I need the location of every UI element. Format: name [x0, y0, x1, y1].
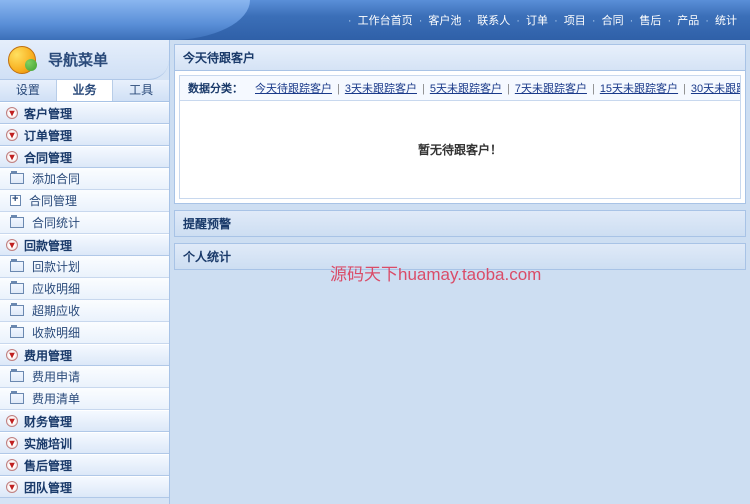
- sidebar-tab[interactable]: 业务: [57, 80, 114, 101]
- menu-group-label: 合同管理: [24, 149, 72, 166]
- menu-group-label: 订单管理: [24, 127, 72, 144]
- menu-group[interactable]: ▾ 售后管理: [0, 454, 169, 476]
- menu-group-label: 团队管理: [24, 479, 72, 496]
- menu-group-label: 客户管理: [24, 105, 72, 122]
- menu-item-label: 收款明细: [32, 324, 80, 341]
- menu-group[interactable]: ▾ 费用管理: [0, 344, 169, 366]
- filter-link[interactable]: 15天未跟踪客户: [600, 83, 678, 95]
- menu-group-label: 实施培训: [24, 435, 72, 452]
- folder-icon: [10, 305, 24, 316]
- follow-panel-body: 数据分类：今天待跟踪客户|3天未跟踪客户|5天未跟踪客户|7天未跟踪客户|15天…: [174, 70, 746, 204]
- menu-item[interactable]: 合同统计: [0, 212, 169, 234]
- menu-group-label: 回款管理: [24, 237, 72, 254]
- stats-section-title: 个人统计: [174, 243, 746, 270]
- menu-group-label: 售后管理: [24, 457, 72, 474]
- menu-item-label: 应收明细: [32, 280, 80, 297]
- menu-item[interactable]: 超期应收: [0, 300, 169, 322]
- menu-group[interactable]: ▾ 订单管理: [0, 124, 169, 146]
- folder-icon: [10, 261, 24, 272]
- expand-icon: ▾: [6, 415, 18, 427]
- topnav-link[interactable]: 工作台首页: [355, 15, 416, 27]
- menu-group[interactable]: ▾ 实施培训: [0, 432, 169, 454]
- folder-icon: [10, 371, 24, 382]
- follow-panel-title: 今天待跟客户: [174, 44, 746, 70]
- menu-group-label: 费用管理: [24, 347, 72, 364]
- filter-link[interactable]: 5天未跟踪客户: [430, 83, 502, 95]
- menu-item[interactable]: 回款计划: [0, 256, 169, 278]
- sidebar-tab[interactable]: 设置: [0, 80, 57, 101]
- expand-icon: ▾: [6, 239, 18, 251]
- top-header: · 工作台首页 · 客户池 · 联系人 · 订单 · 项目 · 合同 · 售后 …: [0, 0, 750, 40]
- alert-section-title: 提醒预警: [174, 210, 746, 237]
- filter-bar: 数据分类：今天待跟踪客户|3天未跟踪客户|5天未跟踪客户|7天未跟踪客户|15天…: [179, 75, 741, 101]
- menu-item[interactable]: 费用清单: [0, 388, 169, 410]
- topnav-link[interactable]: 统计: [712, 15, 740, 27]
- sidebar: 导航菜单 设置业务工具 ▾客户管理▾订单管理▾合同管理添加合同合同管理合同统计▾…: [0, 40, 170, 504]
- folder-icon: [10, 327, 24, 338]
- menu-item-label: 合同管理: [29, 192, 77, 209]
- menu-group[interactable]: ▾ 团队管理: [0, 476, 169, 498]
- expand-icon: ▾: [6, 107, 18, 119]
- folder-icon: [10, 217, 24, 228]
- topnav-link[interactable]: 联系人: [474, 15, 513, 27]
- menu-item[interactable]: 添加合同: [0, 168, 169, 190]
- menu-group[interactable]: ▾ 财务管理: [0, 410, 169, 432]
- menu-item[interactable]: 合同管理: [0, 190, 169, 212]
- topnav-link[interactable]: 项目: [561, 15, 589, 27]
- logo-icon: [8, 46, 36, 74]
- expand-icon: ▾: [6, 129, 18, 141]
- folder-icon: [10, 393, 24, 404]
- menu-item-label: 费用申请: [32, 368, 80, 385]
- folder-icon: [10, 283, 24, 294]
- expand-icon: ▾: [6, 459, 18, 471]
- topnav-link[interactable]: 产品: [674, 15, 702, 27]
- topnav-link[interactable]: 客户池: [425, 15, 464, 27]
- folder-icon: [10, 173, 24, 184]
- filter-link[interactable]: 今天待跟踪客户: [255, 83, 332, 95]
- menu-group[interactable]: ▾ 合同管理: [0, 146, 169, 168]
- sidebar-title: 导航菜单: [48, 49, 108, 70]
- expand-icon: ▾: [6, 437, 18, 449]
- filter-link[interactable]: 3天未跟踪客户: [345, 83, 417, 95]
- logo-area: 导航菜单: [0, 40, 169, 80]
- filter-link[interactable]: 7天未跟踪客户: [515, 83, 587, 95]
- menu-item-label: 添加合同: [32, 170, 80, 187]
- filter-label: 数据分类：: [188, 83, 243, 95]
- menu-item-label: 费用清单: [32, 390, 80, 407]
- expand-icon: ▾: [6, 481, 18, 493]
- main-content: 今天待跟客户 数据分类：今天待跟踪客户|3天未跟踪客户|5天未跟踪客户|7天未跟…: [170, 40, 750, 504]
- menu-group[interactable]: ▾ 回款管理: [0, 234, 169, 256]
- menu-group-label: 财务管理: [24, 413, 72, 430]
- menu-item[interactable]: 应收明细: [0, 278, 169, 300]
- expand-icon: ▾: [6, 349, 18, 361]
- menu-item[interactable]: 收款明细: [0, 322, 169, 344]
- plus-icon: [10, 195, 21, 206]
- topnav-link[interactable]: 订单: [523, 15, 551, 27]
- menu-item-label: 回款计划: [32, 258, 80, 275]
- top-nav: · 工作台首页 · 客户池 · 联系人 · 订单 · 项目 · 合同 · 售后 …: [348, 12, 740, 28]
- topnav-link[interactable]: 合同: [599, 15, 627, 27]
- menu-item[interactable]: 费用申请: [0, 366, 169, 388]
- sidebar-tabs: 设置业务工具: [0, 80, 169, 102]
- menu-item-label: 合同统计: [32, 214, 80, 231]
- expand-icon: ▾: [6, 151, 18, 163]
- sidebar-tab[interactable]: 工具: [113, 80, 169, 101]
- header-curve: [0, 0, 250, 40]
- menu-group[interactable]: ▾ 客户管理: [0, 102, 169, 124]
- menu-item-label: 超期应收: [32, 302, 80, 319]
- sidebar-menu: ▾客户管理▾订单管理▾合同管理添加合同合同管理合同统计▾回款管理回款计划应收明细…: [0, 102, 169, 504]
- filter-link[interactable]: 30天未跟踪客户: [691, 83, 741, 95]
- empty-message: 暂无待跟客户！: [179, 101, 741, 199]
- topnav-link[interactable]: 售后: [636, 15, 664, 27]
